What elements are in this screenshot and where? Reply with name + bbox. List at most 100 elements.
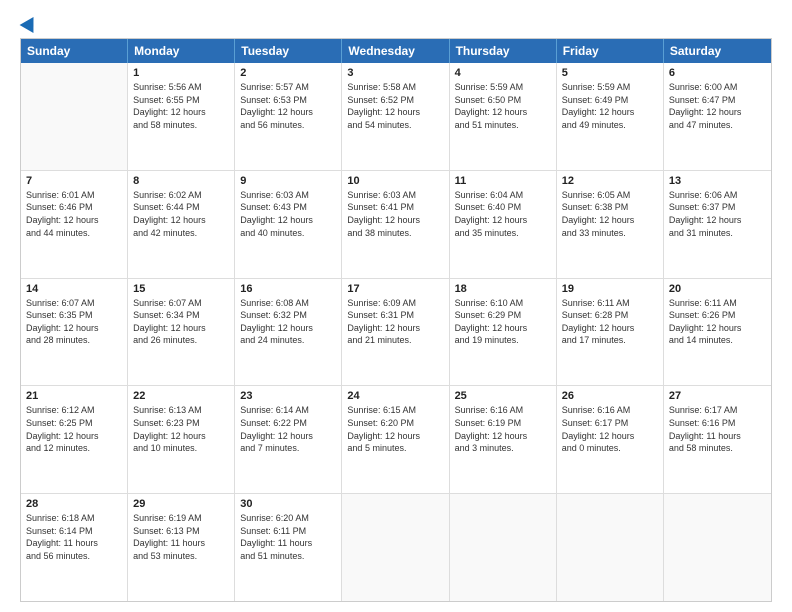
day-number: 4 — [455, 67, 551, 79]
day-number: 9 — [240, 175, 336, 187]
day-number: 29 — [133, 498, 229, 510]
day-info: Sunrise: 6:12 AM Sunset: 6:25 PM Dayligh… — [26, 404, 122, 454]
day-info: Sunrise: 5:58 AM Sunset: 6:52 PM Dayligh… — [347, 81, 443, 131]
day-number: 24 — [347, 390, 443, 402]
day-info: Sunrise: 5:56 AM Sunset: 6:55 PM Dayligh… — [133, 81, 229, 131]
cal-cell-r3-c3: 24 Sunrise: 6:15 AM Sunset: 6:20 PM Dayli… — [342, 386, 449, 493]
cal-cell-r0-c0 — [21, 63, 128, 170]
cal-cell-r2-c3: 17 Sunrise: 6:09 AM Sunset: 6:31 PM Dayli… — [342, 279, 449, 386]
cal-cell-r4-c2: 30 Sunrise: 6:20 AM Sunset: 6:11 PM Dayli… — [235, 494, 342, 601]
calendar-header: SundayMondayTuesdayWednesdayThursdayFrid… — [21, 39, 771, 63]
cal-cell-r0-c5: 5 Sunrise: 5:59 AM Sunset: 6:49 PM Daylig… — [557, 63, 664, 170]
day-number: 11 — [455, 175, 551, 187]
day-number: 3 — [347, 67, 443, 79]
cal-cell-r3-c4: 25 Sunrise: 6:16 AM Sunset: 6:19 PM Dayli… — [450, 386, 557, 493]
day-info: Sunrise: 6:02 AM Sunset: 6:44 PM Dayligh… — [133, 189, 229, 239]
header-day-sunday: Sunday — [21, 39, 128, 63]
day-number: 6 — [669, 67, 766, 79]
day-number: 30 — [240, 498, 336, 510]
cal-cell-r1-c5: 12 Sunrise: 6:05 AM Sunset: 6:38 PM Dayli… — [557, 171, 664, 278]
cal-cell-r0-c3: 3 Sunrise: 5:58 AM Sunset: 6:52 PM Daylig… — [342, 63, 449, 170]
day-number: 16 — [240, 283, 336, 295]
cal-cell-r2-c6: 20Sunrise: 6:11 AM Sunset: 6:26 PM Dayli… — [664, 279, 771, 386]
cal-cell-r4-c5 — [557, 494, 664, 601]
cal-cell-r1-c2: 9Sunrise: 6:03 AM Sunset: 6:43 PM Daylig… — [235, 171, 342, 278]
day-number: 14 — [26, 283, 122, 295]
day-number: 17 — [347, 283, 443, 295]
cal-cell-r1-c4: 11 Sunrise: 6:04 AM Sunset: 6:40 PM Dayli… — [450, 171, 557, 278]
cal-cell-r3-c2: 23Sunrise: 6:14 AM Sunset: 6:22 PM Dayli… — [235, 386, 342, 493]
day-number: 7 — [26, 175, 122, 187]
day-info: Sunrise: 6:09 AM Sunset: 6:31 PM Dayligh… — [347, 297, 443, 347]
cal-cell-r1-c3: 10Sunrise: 6:03 AM Sunset: 6:41 PM Dayli… — [342, 171, 449, 278]
header-day-thursday: Thursday — [450, 39, 557, 63]
cal-cell-r0-c1: 1Sunrise: 5:56 AM Sunset: 6:55 PM Daylig… — [128, 63, 235, 170]
day-info: Sunrise: 6:11 AM Sunset: 6:28 PM Dayligh… — [562, 297, 658, 347]
day-number: 27 — [669, 390, 766, 402]
day-info: Sunrise: 6:16 AM Sunset: 6:17 PM Dayligh… — [562, 404, 658, 454]
cal-cell-r4-c1: 29Sunrise: 6:19 AM Sunset: 6:13 PM Dayli… — [128, 494, 235, 601]
day-info: Sunrise: 6:05 AM Sunset: 6:38 PM Dayligh… — [562, 189, 658, 239]
calendar-body: 1Sunrise: 5:56 AM Sunset: 6:55 PM Daylig… — [21, 63, 771, 601]
cal-cell-r4-c0: 28 Sunrise: 6:18 AM Sunset: 6:14 PM Dayli… — [21, 494, 128, 601]
day-number: 12 — [562, 175, 658, 187]
header-day-friday: Friday — [557, 39, 664, 63]
day-number: 13 — [669, 175, 766, 187]
calendar: SundayMondayTuesdayWednesdayThursdayFrid… — [20, 38, 772, 602]
day-info: Sunrise: 6:00 AM Sunset: 6:47 PM Dayligh… — [669, 81, 766, 131]
day-number: 28 — [26, 498, 122, 510]
day-info: Sunrise: 6:04 AM Sunset: 6:40 PM Dayligh… — [455, 189, 551, 239]
cal-cell-r0-c4: 4 Sunrise: 5:59 AM Sunset: 6:50 PM Daylig… — [450, 63, 557, 170]
calendar-row-1: 7Sunrise: 6:01 AM Sunset: 6:46 PM Daylig… — [21, 170, 771, 278]
day-info: Sunrise: 5:57 AM Sunset: 6:53 PM Dayligh… — [240, 81, 336, 131]
day-number: 21 — [26, 390, 122, 402]
day-info: Sunrise: 6:08 AM Sunset: 6:32 PM Dayligh… — [240, 297, 336, 347]
cal-cell-r3-c5: 26 Sunrise: 6:16 AM Sunset: 6:17 PM Dayli… — [557, 386, 664, 493]
day-number: 18 — [455, 283, 551, 295]
header-day-monday: Monday — [128, 39, 235, 63]
cal-cell-r2-c5: 19 Sunrise: 6:11 AM Sunset: 6:28 PM Dayli… — [557, 279, 664, 386]
day-number: 23 — [240, 390, 336, 402]
day-number: 19 — [562, 283, 658, 295]
logo-text — [20, 16, 38, 30]
day-number: 2 — [240, 67, 336, 79]
cal-cell-r1-c1: 8 Sunrise: 6:02 AM Sunset: 6:44 PM Daylig… — [128, 171, 235, 278]
day-info: Sunrise: 6:11 AM Sunset: 6:26 PM Dayligh… — [669, 297, 766, 347]
day-info: Sunrise: 6:07 AM Sunset: 6:35 PM Dayligh… — [26, 297, 122, 347]
cal-cell-r3-c6: 27 Sunrise: 6:17 AM Sunset: 6:16 PM Dayli… — [664, 386, 771, 493]
day-info: Sunrise: 6:17 AM Sunset: 6:16 PM Dayligh… — [669, 404, 766, 454]
day-info: Sunrise: 5:59 AM Sunset: 6:49 PM Dayligh… — [562, 81, 658, 131]
cal-cell-r2-c1: 15 Sunrise: 6:07 AM Sunset: 6:34 PM Dayli… — [128, 279, 235, 386]
day-info: Sunrise: 6:07 AM Sunset: 6:34 PM Dayligh… — [133, 297, 229, 347]
day-info: Sunrise: 6:16 AM Sunset: 6:19 PM Dayligh… — [455, 404, 551, 454]
day-info: Sunrise: 6:20 AM Sunset: 6:11 PM Dayligh… — [240, 512, 336, 562]
calendar-row-0: 1Sunrise: 5:56 AM Sunset: 6:55 PM Daylig… — [21, 63, 771, 170]
calendar-row-3: 21 Sunrise: 6:12 AM Sunset: 6:25 PM Dayli… — [21, 385, 771, 493]
day-number: 5 — [562, 67, 658, 79]
day-info: Sunrise: 6:18 AM Sunset: 6:14 PM Dayligh… — [26, 512, 122, 562]
cal-cell-r0-c2: 2 Sunrise: 5:57 AM Sunset: 6:53 PM Daylig… — [235, 63, 342, 170]
calendar-row-2: 14 Sunrise: 6:07 AM Sunset: 6:35 PM Dayli… — [21, 278, 771, 386]
day-number: 26 — [562, 390, 658, 402]
logo-triangle-icon — [20, 13, 41, 33]
day-number: 10 — [347, 175, 443, 187]
cal-cell-r1-c0: 7Sunrise: 6:01 AM Sunset: 6:46 PM Daylig… — [21, 171, 128, 278]
cal-cell-r4-c3 — [342, 494, 449, 601]
cal-cell-r4-c4 — [450, 494, 557, 601]
day-number: 22 — [133, 390, 229, 402]
day-info: Sunrise: 6:15 AM Sunset: 6:20 PM Dayligh… — [347, 404, 443, 454]
cal-cell-r4-c6 — [664, 494, 771, 601]
cal-cell-r3-c0: 21 Sunrise: 6:12 AM Sunset: 6:25 PM Dayli… — [21, 386, 128, 493]
header — [20, 16, 772, 30]
cal-cell-r1-c6: 13 Sunrise: 6:06 AM Sunset: 6:37 PM Dayli… — [664, 171, 771, 278]
day-number: 15 — [133, 283, 229, 295]
day-info: Sunrise: 6:06 AM Sunset: 6:37 PM Dayligh… — [669, 189, 766, 239]
logo — [20, 16, 38, 30]
day-info: Sunrise: 5:59 AM Sunset: 6:50 PM Dayligh… — [455, 81, 551, 131]
day-number: 25 — [455, 390, 551, 402]
header-day-saturday: Saturday — [664, 39, 771, 63]
cal-cell-r2-c0: 14 Sunrise: 6:07 AM Sunset: 6:35 PM Dayli… — [21, 279, 128, 386]
cal-cell-r2-c2: 16 Sunrise: 6:08 AM Sunset: 6:32 PM Dayli… — [235, 279, 342, 386]
header-day-tuesday: Tuesday — [235, 39, 342, 63]
day-number: 8 — [133, 175, 229, 187]
